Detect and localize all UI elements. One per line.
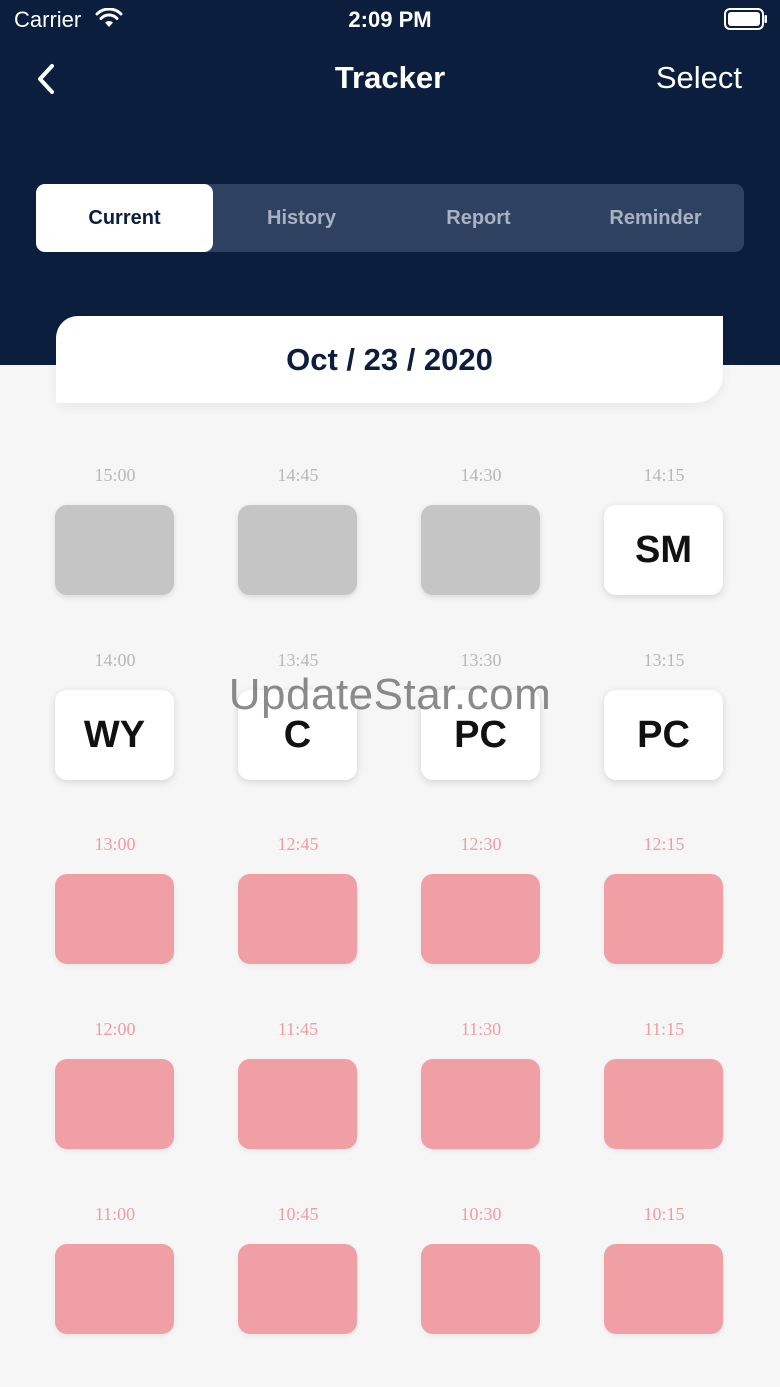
slot-button[interactable] <box>604 1244 723 1334</box>
slot-time: 13:45 <box>277 650 319 670</box>
slot-time: 14:30 <box>460 465 502 485</box>
slot-time: 14:45 <box>277 465 319 485</box>
slot-time: 11:30 <box>460 1019 502 1039</box>
slot-button[interactable] <box>55 1244 174 1334</box>
slot-button[interactable] <box>421 1244 540 1334</box>
slot-time: 11:00 <box>94 1204 136 1224</box>
slot-time: 11:15 <box>643 1019 685 1039</box>
slot-button[interactable] <box>55 1059 174 1149</box>
slot-button[interactable] <box>238 1059 357 1149</box>
slot-time: 14:00 <box>94 650 136 670</box>
slot-button[interactable] <box>421 505 540 595</box>
slot-button[interactable] <box>421 1059 540 1149</box>
slot-time: 10:45 <box>277 1204 319 1224</box>
slot-time: 12:30 <box>460 834 502 854</box>
slot-button[interactable] <box>55 874 174 964</box>
slot-time: 13:30 <box>460 650 502 670</box>
slot-time: 11:45 <box>277 1019 319 1039</box>
slot-time: 12:15 <box>643 834 685 854</box>
slot-button[interactable] <box>421 874 540 964</box>
slot-button[interactable] <box>604 874 723 964</box>
slot-time: 13:15 <box>643 650 685 670</box>
watermark-text: UpdateStar.com <box>228 670 552 719</box>
slot-time: 10:30 <box>460 1204 502 1224</box>
slot-time: 12:00 <box>94 1019 136 1039</box>
slot-button[interactable] <box>238 505 357 595</box>
slot-time: 10:15 <box>643 1204 685 1224</box>
slot-time: 15:00 <box>94 465 136 485</box>
slot-time: 13:00 <box>94 834 136 854</box>
slot-button[interactable]: SM <box>604 505 723 595</box>
slot-time: 12:45 <box>277 834 319 854</box>
slot-button[interactable] <box>238 874 357 964</box>
slot-time: 14:15 <box>643 465 685 485</box>
slot-button[interactable] <box>604 1059 723 1149</box>
slot-button[interactable] <box>55 505 174 595</box>
slot-button[interactable] <box>238 1244 357 1334</box>
